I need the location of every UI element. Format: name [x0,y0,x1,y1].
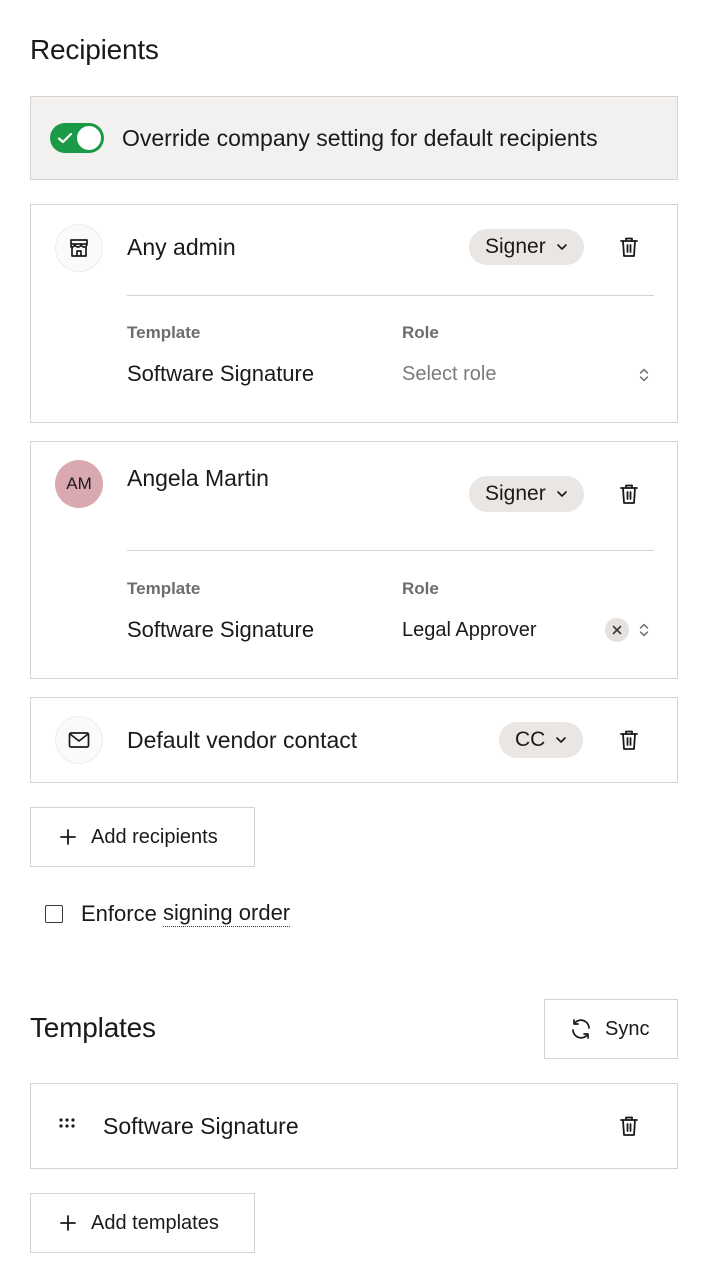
templates-heading: Templates [30,1012,156,1043]
sync-icon [572,1019,590,1039]
enforce-signing-order-checkbox[interactable] [45,904,63,923]
recipient-type-select[interactable]: CC [499,722,584,758]
sync-label: Sync [605,1017,650,1040]
role-select[interactable]: Select role [402,363,497,386]
plus-icon [60,829,76,845]
template-label: Template [127,579,201,598]
role-select[interactable]: Legal Approver [402,619,537,642]
avatar: AM [55,460,103,508]
enforce-signing-order-row: Enforce signing order [45,900,291,927]
updown-chevron-icon[interactable] [637,365,651,385]
updown-chevron-icon[interactable] [637,620,651,640]
sync-button[interactable]: Sync [544,999,678,1059]
trash-icon[interactable] [617,235,641,259]
check-icon [57,132,73,144]
recipient-type-select[interactable]: Signer [469,476,584,512]
add-templates-button[interactable]: Add templates [30,1193,255,1253]
trash-icon[interactable] [617,728,641,752]
template-label: Template [127,323,201,342]
template-row[interactable]: Software Signature [30,1083,678,1169]
card-divider [127,295,654,296]
add-recipients-label: Add recipients [91,825,218,848]
override-label: Override company setting for default rec… [122,124,598,151]
signing-order-link[interactable]: signing order [162,900,291,927]
chevron-down-icon [556,491,567,497]
enforce-label: Enforce [81,900,163,926]
override-setting-row: Override company setting for default rec… [30,96,678,180]
override-toggle[interactable] [50,123,104,153]
chevron-down-icon [556,737,567,743]
recipient-card-default-vendor-contact: Default vendor contact CC [30,697,678,783]
recipient-type-label: Signer [485,482,546,505]
trash-icon[interactable] [617,1114,641,1138]
chevron-down-icon [556,244,567,250]
add-templates-label: Add templates [91,1211,219,1234]
role-label: Role [402,323,439,342]
template-value[interactable]: Software Signature [127,617,314,643]
template-name: Software Signature [103,1113,299,1139]
add-recipients-button[interactable]: Add recipients [30,807,255,867]
recipient-type-label: CC [515,728,546,751]
recipient-type-select[interactable]: Signer [469,229,584,265]
drag-handle-icon[interactable] [59,1118,75,1130]
toggle-knob [77,126,101,150]
store-icon [55,224,103,272]
role-label: Role [402,579,439,598]
trash-icon[interactable] [617,482,641,506]
mail-icon [55,716,103,764]
recipient-name: Any admin [127,234,236,260]
recipient-name: Default vendor contact [127,727,358,753]
card-divider [127,550,654,551]
recipient-card-any-admin: Any admin Signer Template Software Signa… [30,204,678,423]
recipient-name: Angela Martin [127,465,269,491]
plus-icon [60,1215,76,1231]
recipient-type-label: Signer [485,235,546,258]
clear-icon[interactable] [605,618,629,642]
recipient-card-angela-martin: AM Angela Martin Signer Template Softwar… [30,441,678,679]
template-value[interactable]: Software Signature [127,361,314,387]
recipients-heading: Recipients [30,34,159,65]
